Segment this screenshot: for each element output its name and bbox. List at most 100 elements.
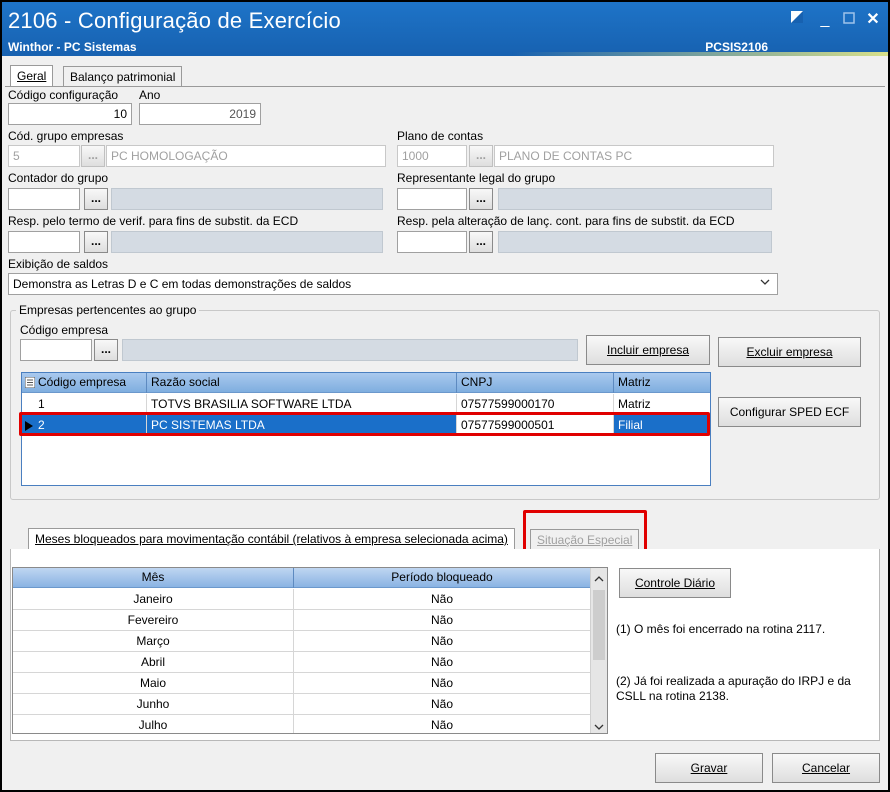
codigo-config-label: Código configuração: [8, 88, 119, 102]
meses-grid: Mês Período bloqueado Janeiro Não Fevere…: [12, 567, 608, 734]
ano-input[interactable]: 2019: [139, 103, 261, 125]
controle-diario-button[interactable]: Controle Diário: [619, 568, 731, 598]
chevron-down-icon: [759, 276, 771, 291]
col-matriz[interactable]: Matriz: [614, 373, 710, 393]
resp-termo-desc: [111, 231, 383, 253]
maximize-icon[interactable]: [838, 10, 860, 30]
cell-mes: Junho: [13, 694, 294, 714]
cell-bloqueado: Não: [430, 697, 453, 711]
codigo-empresa-lookup-button[interactable]: ...: [94, 339, 118, 361]
scroll-up-icon[interactable]: [594, 572, 604, 586]
incluir-empresa-label: Incluir empresa: [606, 343, 690, 357]
col-periodo-bloqueado[interactable]: Período bloqueado: [294, 568, 590, 588]
resp-termo-code[interactable]: [8, 231, 80, 253]
representante-desc: [498, 188, 772, 210]
grid-menu-icon[interactable]: [24, 376, 36, 391]
tab-panel-line: [5, 86, 885, 87]
tab-situacao-especial[interactable]: Situação Especial: [530, 529, 640, 549]
grupo-empresas-code[interactable]: 5: [8, 145, 80, 167]
cell-bloqueado: Não: [430, 676, 453, 690]
contador-desc: [111, 188, 383, 210]
restore-icon[interactable]: [786, 10, 808, 30]
note-2: (2) Já foi realizada a apuração do IRPJ …: [616, 674, 851, 703]
tab-balanco-label: Balanço patrimonial: [70, 70, 176, 84]
table-row[interactable]: 1 TOTVS BRASILIA SOFTWARE LTDA 075775990…: [22, 394, 710, 415]
excluir-empresa-label: Excluir empresa: [746, 345, 833, 359]
table-row[interactable]: Maio Não: [13, 673, 590, 694]
table-row[interactable]: Abril Não: [13, 652, 590, 673]
col-codigo-empresa[interactable]: Código empresa: [22, 373, 147, 393]
representante-code[interactable]: [397, 188, 467, 210]
table-row[interactable]: Junho Não: [13, 694, 590, 715]
representante-label: Representante legal do grupo: [397, 171, 556, 185]
empresas-group-title: Empresas pertencentes ao grupo: [16, 303, 200, 317]
controle-diario-label: Controle Diário: [634, 576, 716, 590]
tab-meses-label: Meses bloqueados para movimentação contá…: [35, 532, 508, 546]
col-mes[interactable]: Mês: [13, 568, 294, 588]
cell-bloqueado: Não: [430, 634, 453, 648]
col-cnpj[interactable]: CNPJ: [457, 373, 614, 393]
grupo-empresas-lookup-button[interactable]: ...: [81, 145, 105, 167]
minimize-icon[interactable]: _: [814, 10, 836, 30]
representante-lookup-button[interactable]: ...: [469, 188, 493, 210]
gravar-button[interactable]: Gravar: [655, 753, 763, 783]
scroll-down-icon[interactable]: [594, 720, 604, 734]
col-razao-social[interactable]: Razão social: [147, 373, 457, 393]
cell-codigo: 1: [22, 394, 147, 414]
cell-mes: Abril: [13, 652, 294, 672]
window-subtitle: Winthor - PC Sistemas: [8, 40, 137, 54]
cell-bloqueado: Não: [430, 718, 453, 732]
table-row[interactable]: Julho Não: [13, 715, 590, 733]
excluir-empresa-button[interactable]: Excluir empresa: [718, 337, 861, 367]
app-window: 2106 - Configuração de Exercício Winthor…: [0, 0, 890, 792]
cell-cnpj[interactable]: 07577599000501: [457, 415, 614, 435]
empresa-desc: [122, 339, 578, 361]
window-title: 2106 - Configuração de Exercício: [8, 8, 341, 33]
tab-geral[interactable]: Geral: [10, 65, 54, 87]
title-bar: 2106 - Configuração de Exercício Winthor…: [2, 2, 888, 56]
contador-code[interactable]: [8, 188, 80, 210]
cell-matriz: Matriz: [618, 397, 651, 411]
resp-termo-lookup-button[interactable]: ...: [84, 231, 108, 253]
empresas-grid-header: Código empresa Razão social CNPJ Matriz: [22, 373, 710, 393]
cell-mes: Maio: [13, 673, 294, 693]
tab-balanco[interactable]: Balanço patrimonial: [63, 66, 183, 86]
title-accent: [512, 52, 888, 56]
cell-bloqueado: Não: [430, 592, 453, 606]
contador-lookup-button[interactable]: ...: [84, 188, 108, 210]
table-row[interactable]: Janeiro Não: [13, 589, 590, 610]
table-row[interactable]: Fevereiro Não: [13, 610, 590, 631]
close-icon[interactable]: ✕: [862, 10, 884, 30]
grupo-empresas-desc: PC HOMOLOGAÇÃO: [106, 145, 386, 167]
codigo-config-input[interactable]: 10: [8, 103, 132, 125]
empresas-grid: Código empresa Razão social CNPJ Matriz …: [21, 372, 711, 486]
cell-razao: PC SISTEMAS LTDA: [147, 415, 457, 435]
cancelar-label: Cancelar: [801, 761, 851, 775]
cell-mes: Janeiro: [13, 589, 294, 609]
cell-mes: Março: [13, 631, 294, 651]
cell-bloqueado: Não: [430, 655, 453, 669]
meses-grid-header: Mês Período bloqueado: [13, 568, 590, 588]
contador-label: Contador do grupo: [8, 171, 109, 185]
resp-alteracao-code[interactable]: [397, 231, 467, 253]
ano-label: Ano: [139, 88, 161, 102]
table-row[interactable]: Março Não: [13, 631, 590, 652]
plano-contas-code[interactable]: 1000: [397, 145, 467, 167]
cancelar-button[interactable]: Cancelar: [772, 753, 880, 783]
meses-scrollbar[interactable]: [590, 568, 607, 733]
scroll-thumb[interactable]: [593, 590, 605, 660]
cell-codigo: 2: [22, 415, 147, 435]
cell-razao: TOTVS BRASILIA SOFTWARE LTDA: [147, 394, 457, 414]
codigo-empresa-input[interactable]: [20, 339, 92, 361]
table-row-selected[interactable]: 2 PC SISTEMAS LTDA 07577599000501 Filial: [22, 415, 710, 436]
codigo-empresa-label: Código empresa: [20, 323, 109, 337]
plano-contas-lookup-button[interactable]: ...: [469, 145, 493, 167]
tab-meses-bloqueados[interactable]: Meses bloqueados para movimentação contá…: [28, 528, 515, 550]
plano-contas-label: Plano de contas: [397, 129, 484, 143]
tab-situacao-label: Situação Especial: [537, 533, 633, 547]
resp-alteracao-lookup-button[interactable]: ...: [469, 231, 493, 253]
note-1: (1) O mês foi encerrado na rotina 2117.: [616, 622, 826, 636]
exibicao-select[interactable]: Demonstra as Letras D e C em todas demon…: [8, 273, 778, 295]
incluir-empresa-button[interactable]: Incluir empresa: [586, 335, 710, 365]
configurar-sped-button[interactable]: Configurar SPED ECF: [718, 397, 861, 427]
